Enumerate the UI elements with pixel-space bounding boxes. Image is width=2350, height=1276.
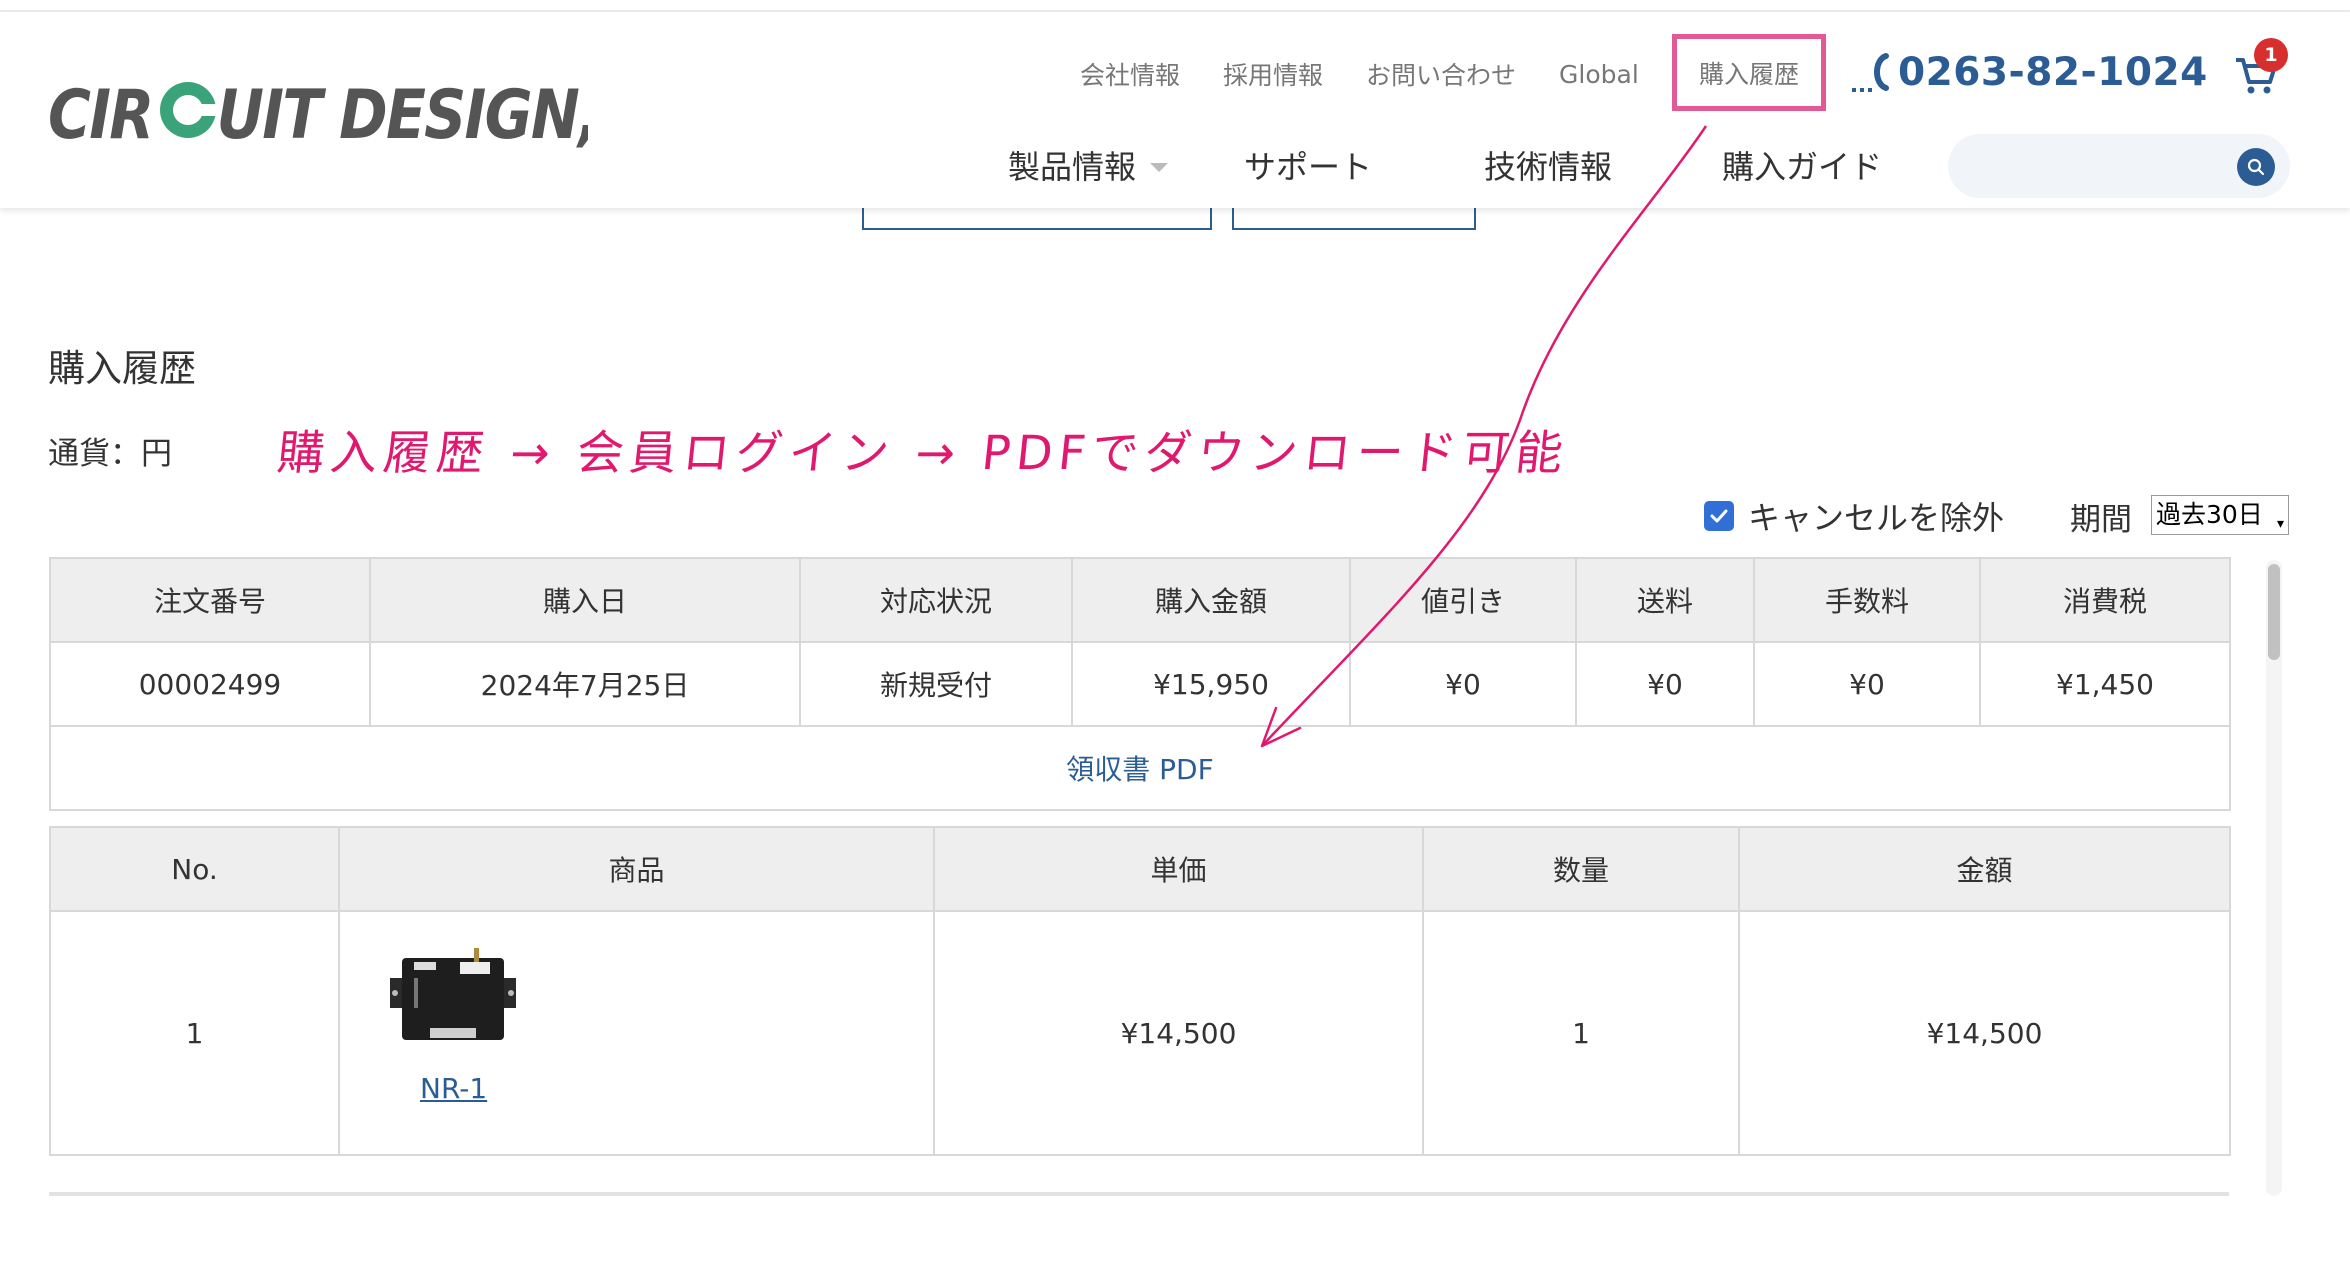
svg-text:CIR: CIR (48, 75, 153, 150)
table-bottom-border (49, 1192, 2229, 1196)
receipt-cell: 領収書 PDF (49, 725, 2231, 811)
cart-count-badge: 1 (2254, 38, 2288, 72)
purchase-history-link[interactable]: 購入履歴 (1699, 55, 1799, 91)
col-tax: 消費税 (1979, 557, 2231, 643)
col-purchase-amount: 購入金額 (1071, 557, 1351, 643)
order-number: 00002499 (49, 641, 371, 727)
purchase-date: 2024年7月25日 (369, 641, 801, 727)
col-quantity: 数量 (1422, 826, 1740, 912)
phone-number[interactable]: 0263-82-1024 (1898, 50, 2208, 95)
col-status: 対応状況 (799, 557, 1073, 643)
exclude-cancel-checkbox[interactable] (1704, 501, 1734, 531)
col-unit-price: 単価 (933, 826, 1424, 912)
phone-contact[interactable]: 0263-82-1024 (1852, 48, 2208, 96)
col-order-number: 注文番号 (49, 557, 371, 643)
receipt-row: 領収書 PDF (49, 725, 2231, 811)
page-title: 購入履歴 (48, 347, 196, 390)
search-button[interactable] (2237, 148, 2275, 186)
purchase-amount: ¥15,950 (1071, 641, 1351, 727)
col-fee: 手数料 (1753, 557, 1981, 643)
product-image[interactable] (390, 948, 516, 1044)
tax-value: ¥1,450 (1979, 641, 2231, 727)
nav-products[interactable]: 製品情報 (1008, 142, 1169, 188)
company-logo[interactable]: CIR UIT DESIGN, INC. (48, 70, 748, 154)
period-select[interactable]: 過去30日 ▾ (2151, 495, 2289, 535)
fee-value: ¥0 (1753, 641, 1981, 727)
table-row: 1 NR-1 ¥14,500 1 ¥14,500 (49, 910, 2231, 1156)
table-header-row: No. 商品 単価 数量 金額 (49, 826, 2231, 912)
order-summary-table: 注文番号 購入日 対応状況 購入金額 値引き 送料 手数料 消費税 000024… (49, 557, 2231, 811)
col-discount: 値引き (1349, 557, 1577, 643)
currency-label: 通貨：円 (48, 436, 172, 472)
nav-company-info[interactable]: 会社情報 (1080, 56, 1180, 92)
order-status: 新規受付 (799, 641, 1073, 727)
nav-recruit[interactable]: 採用情報 (1223, 56, 1323, 92)
site-header: CIR UIT DESIGN, INC. 会社情報 採用情報 お問い合わせ Gl… (0, 12, 2350, 208)
shipping-value: ¥0 (1575, 641, 1755, 727)
utility-nav: 会社情報 採用情報 お問い合わせ Global (1080, 56, 1682, 92)
product-link[interactable]: NR-1 (420, 1072, 487, 1105)
col-no: No. (49, 826, 340, 912)
col-purchase-date: 購入日 (369, 557, 801, 643)
col-product: 商品 (338, 826, 935, 912)
nav-products-label: 製品情報 (1008, 148, 1137, 186)
table-header-row: 注文番号 購入日 対応状況 購入金額 値引き 送料 手数料 消費税 (49, 557, 2231, 643)
chevron-down-icon: ▾ (2276, 516, 2284, 532)
nav-contact[interactable]: お問い合わせ (1366, 56, 1516, 92)
item-no: 1 (49, 910, 340, 1156)
purchase-history-link-highlight[interactable]: 購入履歴 (1672, 34, 1826, 111)
discount-value: ¥0 (1349, 641, 1577, 727)
nav-support[interactable]: サポート (1244, 142, 1372, 188)
nav-purchase-guide[interactable]: 購入ガイド (1722, 142, 1882, 188)
product-cell: NR-1 (338, 910, 935, 1156)
chevron-down-icon (1150, 162, 1169, 172)
phone-icon (1852, 53, 1889, 92)
item-unit-price: ¥14,500 (933, 910, 1424, 1156)
period-label: 期間 (2070, 502, 2132, 538)
item-quantity: 1 (1422, 910, 1740, 1156)
period-select-value: 過去30日 (2156, 500, 2263, 529)
table-row: 00002499 2024年7月25日 新規受付 ¥15,950 ¥0 ¥0 ¥… (49, 641, 2231, 727)
main-nav: 製品情報 サポート 技術情報 購入ガイド (1008, 142, 1882, 188)
order-items-table: No. 商品 単価 数量 金額 1 NR-1 ¥14,500 1 ¥14,500 (49, 826, 2231, 1156)
exclude-cancel-label[interactable]: キャンセルを除外 (1748, 493, 2004, 539)
col-amount: 金額 (1738, 826, 2231, 912)
svg-text:UIT DESIGN, INC.: UIT DESIGN, INC. (217, 75, 588, 150)
scrollbar-thumb[interactable] (2268, 564, 2280, 660)
annotation-note: 購入履歴 → 会員ログイン → PDFでダウンロード可能 (274, 426, 1572, 481)
search-icon (2247, 158, 2265, 176)
item-amount: ¥14,500 (1738, 910, 2231, 1156)
receipt-pdf-link[interactable]: 領収書 PDF (1066, 753, 1213, 786)
nav-global[interactable]: Global (1559, 60, 1639, 89)
checkbox-checked-icon (1710, 509, 1728, 523)
nav-tech-info[interactable]: 技術情報 (1484, 142, 1612, 188)
col-shipping: 送料 (1575, 557, 1755, 643)
